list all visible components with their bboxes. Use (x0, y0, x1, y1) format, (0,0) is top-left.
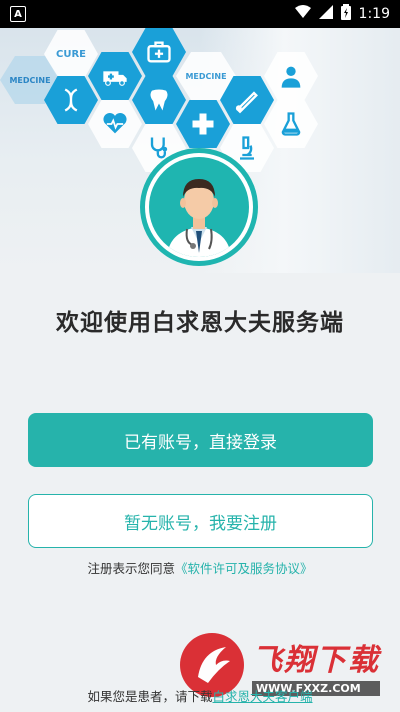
license-agreement-link[interactable]: 《软件许可及服务协议》 (175, 561, 313, 576)
wifi-icon (294, 5, 311, 23)
watermark-title: 飞翔下载 (252, 642, 380, 678)
patient-download-hint: 如果您是患者，请下载白求恩大夫客户端 (0, 686, 400, 705)
tooth-icon (132, 76, 186, 124)
clock: 1:19 (358, 6, 390, 22)
footer-prefix: 如果您是患者，请下载 (87, 689, 213, 704)
agreement-text: 注册表示您同意《软件许可及服务协议》 (0, 558, 400, 577)
ambulance-icon (88, 52, 142, 100)
welcome-title: 欢迎使用白求恩大夫服务端 (56, 310, 344, 336)
client-download-link[interactable]: 白求恩大夫客户端 (213, 689, 313, 704)
agreement-prefix: 注册表示您同意 (87, 561, 175, 576)
heart-pulse-icon (88, 100, 142, 148)
signal-icon (318, 5, 333, 23)
doctor-avatar (140, 148, 258, 266)
status-bar: A 1:19 (0, 0, 400, 28)
doctor-avatar-illustration (149, 157, 249, 257)
app-notification-icon: A (10, 6, 26, 22)
register-button[interactable]: 暂无账号，我要注册 (28, 494, 373, 548)
battery-icon (340, 4, 351, 24)
login-button[interactable]: 已有账号，直接登录 (28, 413, 373, 467)
first-aid-kit-icon (132, 28, 186, 76)
